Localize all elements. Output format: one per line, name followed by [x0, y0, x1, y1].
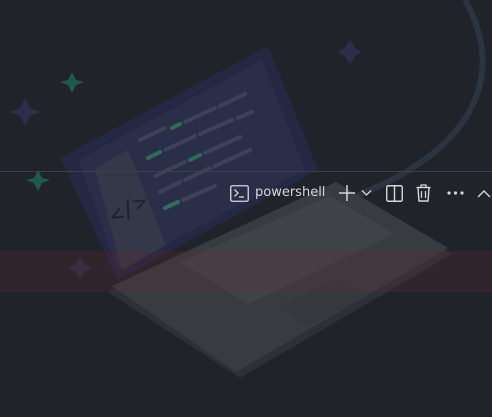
sparkle-green-1: [60, 72, 84, 93]
decorative-arc: [329, 0, 486, 208]
trash-icon: [416, 184, 431, 202]
more-actions-button[interactable]: [446, 181, 464, 205]
terminal-panel-toolbar: powershell: [228, 180, 491, 206]
terminal-icon: [230, 184, 249, 202]
panel-divider[interactable]: [0, 171, 492, 172]
sparkle-purple-1: [10, 98, 40, 126]
terminal-tab-label: powershell: [255, 185, 326, 200]
chevron-down-icon: [361, 190, 372, 196]
split-terminal-button[interactable]: [385, 181, 403, 205]
kill-terminal-button[interactable]: [415, 181, 431, 205]
terminal-tab[interactable]: powershell: [228, 180, 327, 206]
maximize-panel-button[interactable]: [477, 181, 491, 205]
new-terminal-button[interactable]: [338, 181, 356, 205]
plus-icon: [339, 185, 356, 201]
split-icon: [385, 184, 403, 202]
highlight-band: [0, 251, 492, 292]
laptop-illustration: </>: [10, 0, 486, 378]
chevron-up-icon: [477, 189, 491, 197]
sparkle-purple-2: [338, 40, 362, 64]
launch-profile-button[interactable]: [360, 181, 372, 205]
sparkle-green-2: [26, 170, 50, 191]
ellipsis-icon: [447, 191, 464, 195]
editor-window: </> powershell: [0, 0, 492, 417]
